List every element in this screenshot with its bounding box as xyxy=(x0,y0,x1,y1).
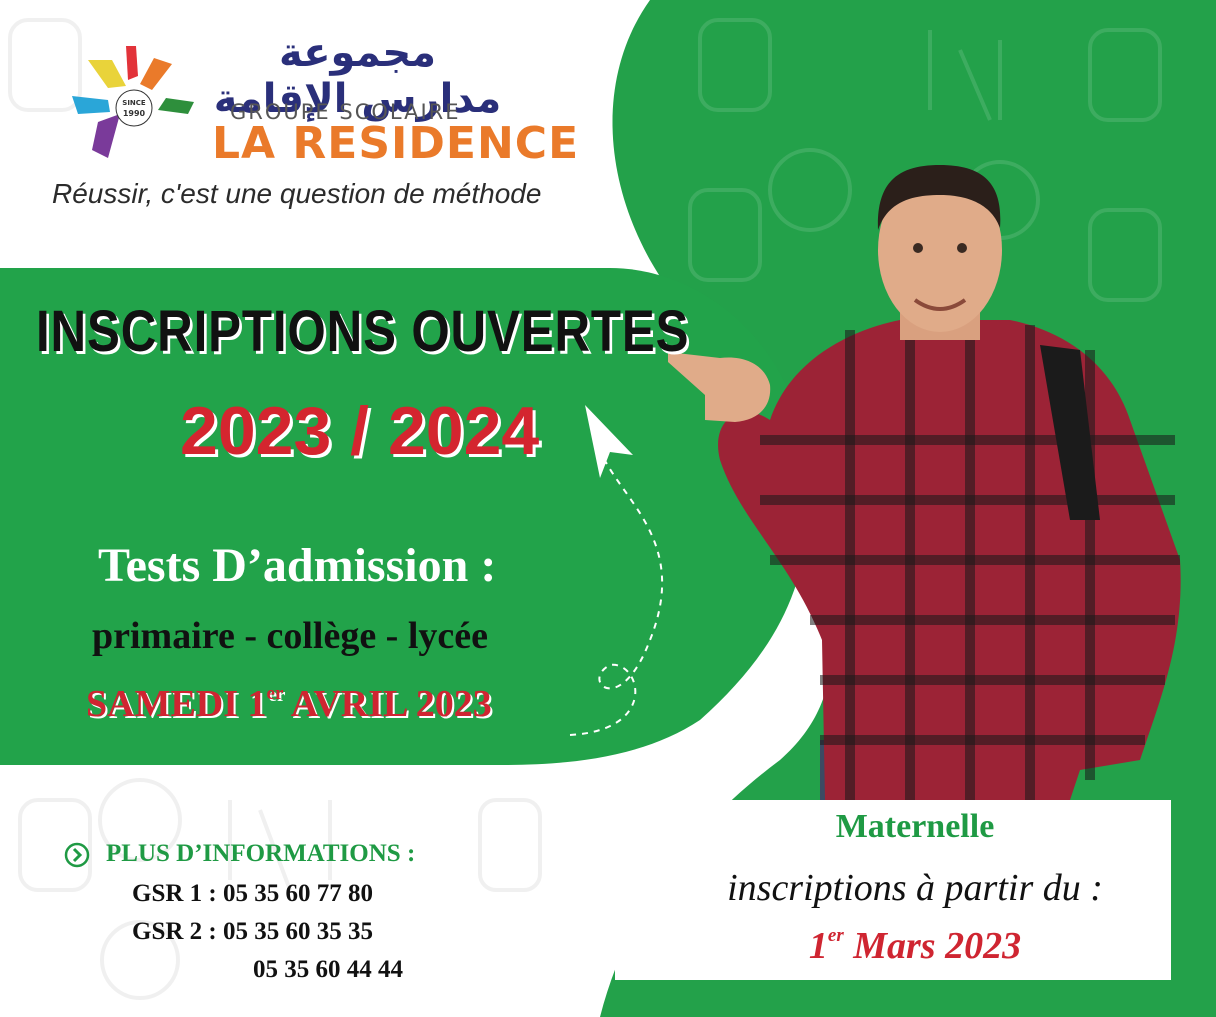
svg-text:1990: 1990 xyxy=(123,109,146,118)
logo-mark-icon: SINCE 1990 xyxy=(72,46,194,158)
admission-date-rest: AVRIL 2023 xyxy=(283,683,492,725)
admission-date-sup: er xyxy=(266,682,284,704)
maternelle-date: 1er Mars 2023 xyxy=(615,924,1215,968)
headline-year: 2023 / 2024 xyxy=(180,393,540,469)
contact-line-gsr2: GSR 2 : 05 35 60 35 35 xyxy=(132,918,373,945)
contact-line-gsr1: GSR 1 : 05 35 60 77 80 xyxy=(132,880,373,907)
maternelle-subtitle: inscriptions à partir du : xyxy=(727,867,1103,909)
admission-levels: primaire - collège - lycée xyxy=(92,615,488,657)
maternelle-date-sup: er xyxy=(827,924,844,946)
brand-tagline: Réussir, c'est une question de méthode xyxy=(52,178,542,209)
maternelle-date-num: 1 xyxy=(808,925,828,967)
contact-title: PLUS D’INFORMATIONS : xyxy=(106,840,416,867)
maternelle-title: Maternelle xyxy=(835,808,995,845)
chevron-right-icon xyxy=(64,842,90,868)
admission-date: SAMEDI 1er AVRIL 2023 xyxy=(86,682,492,726)
maternelle-date-rest: Mars 2023 xyxy=(843,925,1022,967)
admission-title: Tests D’admission : xyxy=(98,539,497,592)
headline-title: INSCRIPTIONS OUVERTES xyxy=(36,299,690,364)
brand-name: LA RESIDENCE xyxy=(212,118,580,169)
svg-text:SINCE: SINCE xyxy=(122,99,146,107)
admission-date-day: SAMEDI 1 xyxy=(86,683,267,725)
contact-line-extra: 05 35 60 44 44 xyxy=(253,956,403,983)
